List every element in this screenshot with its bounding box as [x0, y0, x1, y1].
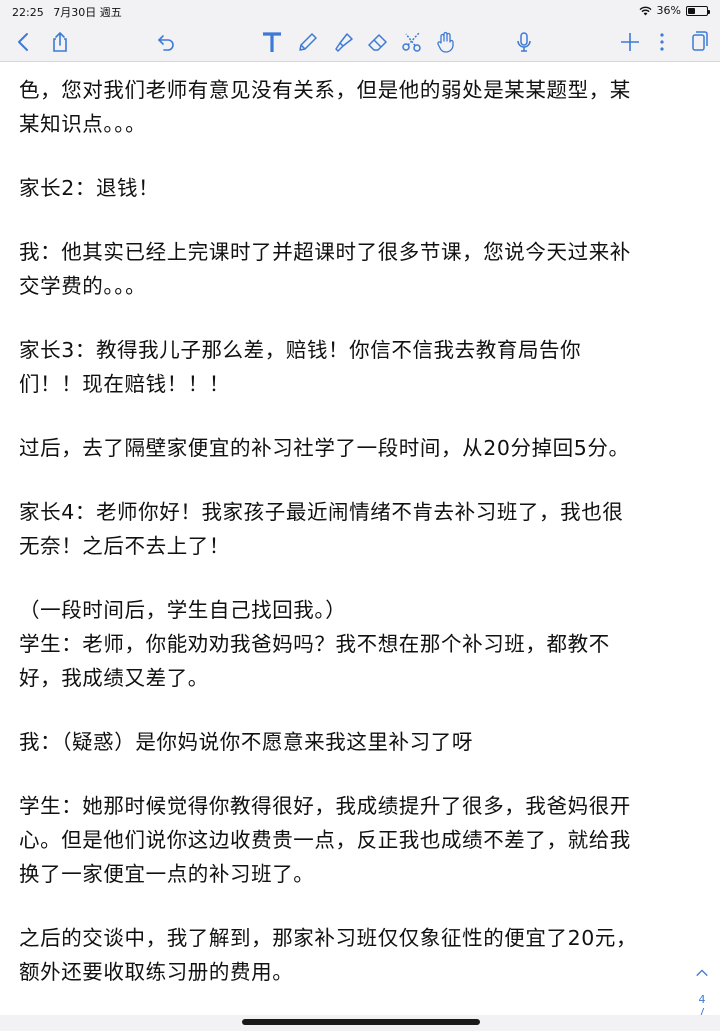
wifi-icon — [639, 6, 652, 15]
text-line: 心。但是他们说你这边收费贵一点，反正我也成绩不差了，就给我 — [19, 828, 631, 852]
highlighter-icon[interactable] — [330, 28, 358, 56]
undo-icon[interactable] — [152, 28, 180, 56]
text-line: 色，您对我们老师有意见没有关系，但是他的弱处是某某题型，某 — [19, 78, 631, 102]
note-page[interactable]: 色，您对我们老师有意见没有关系，但是他的弱处是某某题型，某 某知识点。。。 家长2：… — [0, 63, 720, 1031]
battery-icon — [686, 5, 710, 16]
pages-icon[interactable] — [684, 28, 712, 56]
text-line: 换了一家便宜一点的补习班了。 — [19, 862, 315, 886]
text-line: 某知识点。。。 — [19, 112, 147, 136]
scissors-icon[interactable] — [398, 28, 426, 56]
status-bar: 22:25 7月30日 週五 36% — [0, 0, 720, 22]
text-tool-icon[interactable] — [258, 28, 286, 56]
text-line: 额外还要收取练习册的费用。 — [19, 960, 294, 984]
status-date: 7月30日 週五 — [53, 6, 122, 19]
home-indicator[interactable] — [242, 1019, 480, 1025]
text-line: 之后的交谈中，我了解到，那家补习班仅仅象征性的便宜了20元， — [19, 926, 638, 950]
add-icon[interactable] — [616, 28, 644, 56]
text-line: 家长4：老师你好！我家孩子最近闹情绪不肯去补习班了，我也很 — [19, 500, 624, 524]
text-line: 无奈！之后不去上了！ — [19, 534, 230, 558]
text-line: 们！！现在赔钱！！！ — [19, 372, 230, 396]
note-text[interactable]: 色，您对我们老师有意见没有关系，但是他的弱处是某某题型，某 某知识点。。。 家长2：… — [19, 73, 699, 1031]
microphone-icon[interactable] — [510, 28, 538, 56]
status-left: 22:25 7月30日 週五 — [12, 4, 128, 20]
battery-fill — [688, 7, 695, 14]
text-line: 我：他其实已经上完课时了并超课时了很多节课，您说今天过来补 — [19, 240, 631, 264]
back-chevron-icon[interactable] — [10, 28, 38, 56]
more-icon[interactable] — [648, 28, 676, 56]
share-icon[interactable] — [46, 28, 74, 56]
text-line: 学生：她那时候觉得你教得很好，我成绩提升了很多，我爸妈很开 — [19, 794, 631, 818]
text-line: 学生：老师，你能劝劝我爸妈吗？我不想在那个补习班，都教不 — [19, 632, 610, 656]
battery-percent: 36% — [656, 4, 681, 17]
status-time: 22:25 — [12, 6, 44, 19]
text-line: 我：（疑惑）是你妈说你不愿意来我这里补习了呀 — [19, 730, 473, 754]
text-line: 家长2：退钱！ — [19, 176, 160, 200]
hand-icon[interactable] — [432, 28, 460, 56]
text-line: 交学费的。。。 — [19, 274, 147, 298]
status-right: 36% — [639, 4, 710, 17]
text-line: （一段时间后，学生自己找回我。） — [19, 598, 347, 622]
bottom-bar — [0, 1015, 720, 1031]
pen-icon[interactable] — [294, 28, 322, 56]
toolbar — [0, 22, 720, 62]
page-up-icon[interactable] — [690, 968, 714, 984]
text-line: 好，我成绩又差了。 — [19, 666, 209, 690]
text-line: 过后，去了隔壁家便宜的补习社学了一段时间，从20分掉回5分。 — [19, 436, 630, 460]
eraser-icon[interactable] — [364, 28, 392, 56]
current-page: 4 — [698, 993, 706, 1006]
text-line: 家长3：教得我儿子那么差，赔钱！你信不信我去教育局告你 — [19, 338, 582, 362]
